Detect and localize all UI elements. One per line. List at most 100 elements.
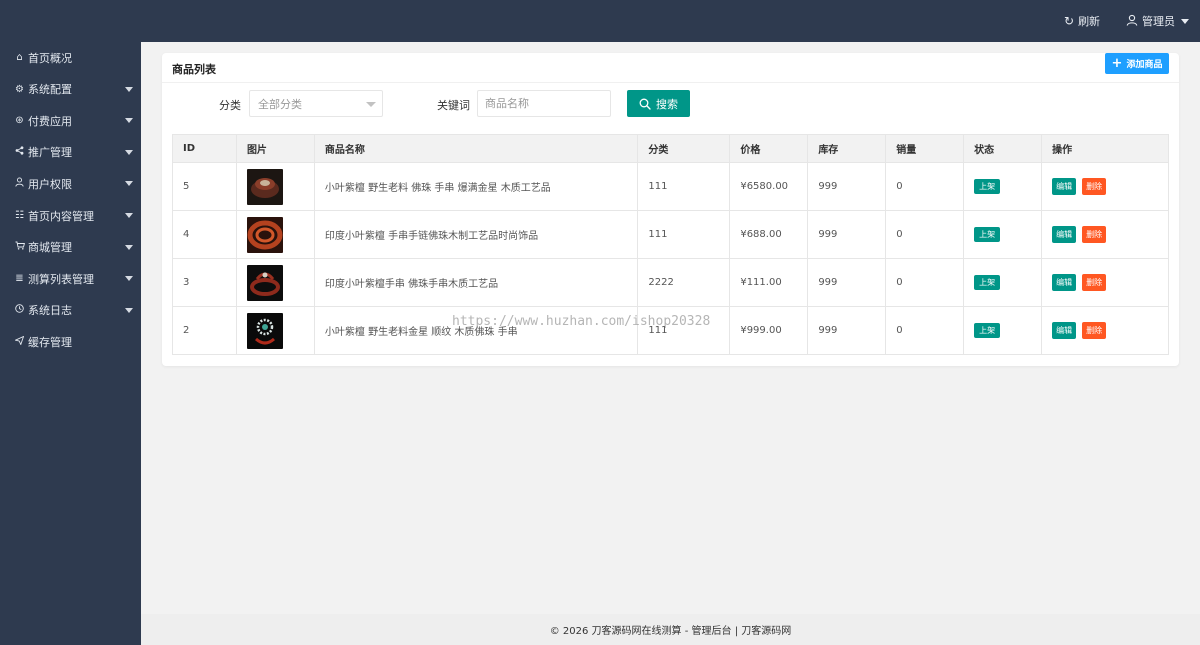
cell-category: 2222 <box>637 258 731 307</box>
cell-price: ¥6580.00 <box>729 162 809 211</box>
cell-image <box>235 306 315 355</box>
cell-actions: 编辑 删除 <box>1041 258 1169 307</box>
caret-down-icon <box>125 307 133 313</box>
col-header-price: 价格 <box>729 134 809 163</box>
sidebar-item-label: 付费应用 <box>28 114 72 128</box>
home-icon: ⌂ <box>16 52 23 63</box>
sidebar-item-home-content[interactable]: ☷ 首页内容管理 <box>0 200 141 231</box>
category-select[interactable]: 全部分类 <box>249 90 383 117</box>
cell-actions: 编辑 删除 <box>1041 306 1169 355</box>
cell-sales: 0 <box>885 210 965 259</box>
caret-down-icon <box>125 276 133 282</box>
cart-icon <box>14 241 25 253</box>
card-title: 商品列表 <box>172 63 216 76</box>
cell-stock: 999 <box>807 210 887 259</box>
table-row: 5 小叶紫檀 野生老料 佛珠 手串 爆满金星 木质工艺品 111 ¥6580.0… <box>172 162 1169 211</box>
col-header-id: ID <box>172 134 237 163</box>
plus-icon: + <box>1111 56 1123 71</box>
cell-category: 111 <box>637 306 731 355</box>
caret-down-icon <box>125 149 133 155</box>
cell-price: ¥688.00 <box>729 210 809 259</box>
status-badge: 上架 <box>974 179 1001 194</box>
sidebar-item-system-log[interactable]: 系统日志 <box>0 295 141 326</box>
delete-button[interactable]: 删除 <box>1082 226 1107 243</box>
cell-image <box>235 162 315 211</box>
table-row: 2 小叶紫檀 野生老料金星 顺纹 木质佛珠 手串 111 ¥999.00 999… <box>172 306 1169 355</box>
caret-down-icon <box>125 213 133 218</box>
sidebar-item-label: 首页概况 <box>28 51 72 65</box>
sidebar-item-label: 推广管理 <box>28 146 72 160</box>
sidebar-item-label: 测算列表管理 <box>28 272 94 286</box>
list-icon: ≣ <box>15 273 24 285</box>
sidebar-item-paid-apps[interactable]: ⊛ 付费应用 <box>0 105 141 136</box>
status-badge: 上架 <box>974 275 1001 290</box>
col-header-category: 分类 <box>637 134 731 163</box>
cell-name: 小叶紫檀 野生老料 佛珠 手串 爆满金星 木质工艺品 <box>313 162 639 211</box>
sidebar-item-label: 缓存管理 <box>28 335 72 349</box>
delete-button[interactable]: 删除 <box>1082 274 1107 291</box>
user-menu[interactable]: 管理员 <box>1126 0 1189 42</box>
col-header-name: 商品名称 <box>313 134 639 163</box>
keyword-input[interactable] <box>477 90 611 117</box>
cell-id: 4 <box>172 210 237 259</box>
cell-name: 小叶紫檀 野生老料金星 顺纹 木质佛珠 手串 <box>313 306 639 355</box>
category-select-value: 全部分类 <box>258 97 302 111</box>
sidebar-item-user-permissions[interactable]: 用户权限 <box>0 168 141 199</box>
sidebar-item-cache[interactable]: 缓存管理 <box>0 326 141 357</box>
cell-stock: 999 <box>807 258 887 307</box>
caret-down-icon <box>366 102 376 107</box>
cell-category: 111 <box>637 210 731 259</box>
add-product-label: 添加商品 <box>1126 60 1163 70</box>
search-button[interactable]: 搜索 <box>627 90 690 117</box>
caret-down-icon <box>125 118 133 124</box>
col-header-status: 状态 <box>963 134 1043 163</box>
product-table: ID 图片 商品名称 分类 价格 库存 销量 状态 操作 5 小叶紫檀 野生老料… <box>172 134 1169 355</box>
user-icon <box>14 177 25 190</box>
product-list-card: 商品列表 + 添加商品 分类 全部分类 关键词 搜索 ID 图片 商品名称 分类… <box>162 53 1179 366</box>
divider <box>162 82 1179 83</box>
cell-status: 上架 <box>963 210 1043 259</box>
gear-icon: ⚙ <box>15 83 24 95</box>
sidebar-item-mall[interactable]: 商城管理 <box>0 232 141 263</box>
sidebar-item-promotion[interactable]: 推广管理 <box>0 137 141 168</box>
cell-sales: 0 <box>885 258 965 307</box>
sidebar-item-label: 系统日志 <box>28 304 72 318</box>
cell-status: 上架 <box>963 162 1043 211</box>
user-icon <box>1126 14 1138 29</box>
table-row: 3 印度小叶紫檀手串 佛珠手串木质工艺品 2222 ¥111.00 999 0 … <box>172 258 1169 307</box>
col-header-image: 图片 <box>235 134 315 163</box>
product-thumbnail <box>246 312 283 349</box>
sidebar: ⌂ 首页概况 ⚙ 系统配置 ⊛ 付费应用 推广管理 用户权限 ☷ 首页内容管理 … <box>0 42 141 645</box>
footer: © 2026 刀客源码网在线测算 - 管理后台 | 刀客源码网 <box>141 614 1200 645</box>
delete-button[interactable]: 删除 <box>1082 178 1107 195</box>
edit-button[interactable]: 编辑 <box>1052 274 1077 291</box>
sidebar-item-home[interactable]: ⌂ 首页概况 <box>0 42 141 73</box>
content-icon: ☷ <box>15 210 24 221</box>
add-product-button[interactable]: + 添加商品 <box>1105 53 1169 74</box>
clock-icon <box>14 304 25 316</box>
delete-button[interactable]: 删除 <box>1082 322 1107 339</box>
sidebar-item-calc-list[interactable]: ≣ 测算列表管理 <box>0 263 141 294</box>
sidebar-item-system-config[interactable]: ⚙ 系统配置 <box>0 74 141 105</box>
cell-image <box>235 258 315 307</box>
category-label: 分类 <box>219 99 241 112</box>
refresh-button[interactable]: ↻ 刷新 <box>1064 0 1100 42</box>
edit-button[interactable]: 编辑 <box>1052 178 1077 195</box>
caret-down-icon <box>125 244 133 250</box>
search-label: 搜索 <box>656 97 678 111</box>
cell-category: 111 <box>637 162 731 211</box>
status-badge: 上架 <box>974 227 1001 242</box>
cell-stock: 999 <box>807 306 887 355</box>
cell-actions: 编辑 删除 <box>1041 162 1169 211</box>
edit-button[interactable]: 编辑 <box>1052 226 1077 243</box>
refresh-icon: ↻ <box>1064 14 1075 28</box>
cell-name: 印度小叶紫檀 手串手链佛珠木制工艺品时尚饰品 <box>313 210 639 259</box>
table-row: 4 印度小叶紫檀 手串手链佛珠木制工艺品时尚饰品 111 ¥688.00 999… <box>172 210 1169 259</box>
sidebar-item-label: 首页内容管理 <box>28 209 94 223</box>
edit-button[interactable]: 编辑 <box>1052 322 1077 339</box>
cell-image <box>235 210 315 259</box>
cell-price: ¥999.00 <box>729 306 809 355</box>
sidebar-item-label: 商城管理 <box>28 241 72 255</box>
col-header-stock: 库存 <box>807 134 887 163</box>
table-header-row: ID 图片 商品名称 分类 价格 库存 销量 状态 操作 <box>172 134 1169 163</box>
